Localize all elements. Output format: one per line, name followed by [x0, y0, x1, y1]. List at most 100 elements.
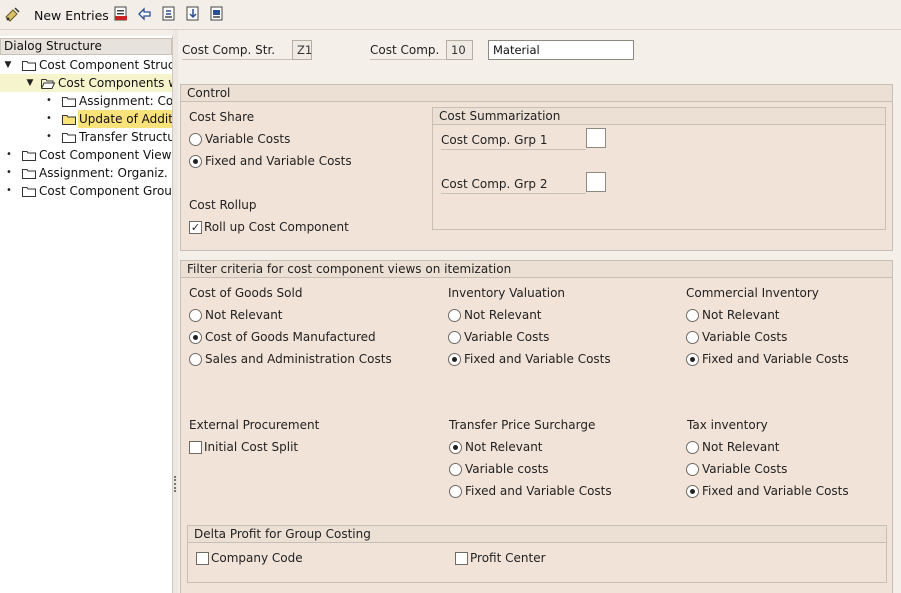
transfer-variable-radio[interactable]: Variable costs	[449, 461, 549, 477]
tree-item-assignment-cost[interactable]: • Assignment: Cost	[0, 92, 172, 110]
radio-label: Not Relevant	[205, 308, 283, 322]
cogs-sales-admin-radio[interactable]: Sales and Administration Costs	[189, 351, 392, 367]
radio-button-selected[interactable]	[189, 330, 202, 344]
tree-item-cost-component-structure[interactable]: ▼ Cost Component Structu	[0, 56, 172, 74]
tree-item-label: Cost Components wi	[58, 76, 173, 90]
inventory-valuation-label: Inventory Valuation	[448, 286, 566, 300]
expanded-icon[interactable]: ▼	[3, 56, 13, 74]
tree-item-update-of-additive[interactable]: • Update of Additiv	[0, 110, 172, 128]
tree-item-assignment-organiz[interactable]: • Assignment: Organiz. Un	[0, 164, 172, 182]
radio-button[interactable]	[686, 308, 699, 322]
radio-button-selected[interactable]	[449, 440, 462, 454]
radio-label: Not Relevant	[702, 308, 780, 322]
cost-comp-label: Cost Comp.	[370, 40, 446, 60]
tax-fixed-variable-radio[interactable]: Fixed and Variable Costs	[686, 483, 849, 499]
radio-button-selected[interactable]	[686, 352, 699, 366]
profit-center-row[interactable]: Profit Center	[455, 550, 546, 566]
radio-label: Not Relevant	[702, 440, 780, 454]
comm-inv-fixed-variable-radio[interactable]: Fixed and Variable Costs	[686, 351, 849, 367]
radio-button-selected[interactable]	[448, 352, 461, 366]
expanded-icon[interactable]: ▼	[25, 74, 35, 92]
cogs-label: Cost of Goods Sold	[189, 286, 303, 300]
cost-comp-field[interactable]: 10	[446, 40, 473, 60]
cost-comp-str-label: Cost Comp. Str.	[182, 40, 292, 60]
export-icon[interactable]	[208, 5, 226, 23]
comm-inv-variable-radio[interactable]: Variable Costs	[686, 329, 787, 345]
transfer-not-relevant-radio[interactable]: Not Relevant	[449, 439, 543, 455]
transfer-fixed-variable-radio[interactable]: Fixed and Variable Costs	[449, 483, 612, 499]
radio-button[interactable]	[189, 352, 202, 366]
radio-button[interactable]	[686, 330, 699, 344]
radio-label: Fixed and Variable Costs	[702, 484, 849, 498]
bullet-icon: •	[46, 131, 52, 142]
inv-val-not-relevant-radio[interactable]: Not Relevant	[448, 307, 542, 323]
radio-label: Fixed and Variable Costs	[465, 484, 612, 498]
rollup-checkbox-row[interactable]: ✓ Roll up Cost Component	[189, 219, 349, 235]
pane-splitter[interactable]	[173, 30, 178, 593]
rollup-checkbox[interactable]: ✓	[189, 220, 202, 234]
new-entries-button[interactable]: New Entries	[34, 5, 109, 25]
radio-button[interactable]	[448, 308, 461, 322]
application-toolbar: New Entries	[0, 0, 901, 30]
cost-share-variable-radio[interactable]: Variable Costs	[189, 131, 290, 147]
cost-comp-grp1-field[interactable]	[586, 128, 606, 148]
tax-variable-radio[interactable]: Variable Costs	[686, 461, 787, 477]
copy-icon[interactable]	[160, 5, 178, 23]
tax-not-relevant-radio[interactable]: Not Relevant	[686, 439, 780, 455]
delta-profit-title: Delta Profit for Group Costing	[188, 526, 886, 543]
bullet-icon: •	[6, 185, 12, 196]
cost-comp-grp1-label: Cost Comp. Grp 1	[441, 130, 586, 150]
open-folder-icon	[41, 79, 55, 89]
checkbox-label: Company Code	[211, 551, 303, 565]
cost-comp-grp2-field[interactable]	[586, 172, 606, 192]
radio-button-selected[interactable]	[189, 154, 202, 168]
radio-button[interactable]	[686, 440, 699, 454]
inv-val-fixed-variable-radio[interactable]: Fixed and Variable Costs	[448, 351, 611, 367]
tree-item-transfer-structure[interactable]: • Transfer Structur	[0, 128, 173, 146]
control-group-title: Control	[181, 85, 892, 102]
splitter-handle[interactable]	[174, 476, 176, 492]
radio-button[interactable]	[686, 462, 699, 476]
radio-button[interactable]	[189, 308, 202, 322]
company-code-row[interactable]: Company Code	[196, 550, 303, 566]
profit-center-checkbox[interactable]	[455, 551, 468, 565]
cost-rollup-label: Cost Rollup	[189, 198, 257, 212]
import-icon[interactable]	[184, 5, 202, 23]
tax-inventory-label: Tax inventory	[687, 418, 768, 432]
bullet-icon: •	[46, 95, 52, 106]
initial-cost-split-checkbox[interactable]	[189, 440, 202, 454]
undo-icon[interactable]	[136, 5, 154, 23]
dialog-structure-pane: Dialog Structure ▼ Cost Component Struct…	[0, 36, 173, 593]
cost-summarization-group: Cost Summarization Cost Comp. Grp 1 Cost…	[432, 107, 886, 230]
tree-item-cost-components[interactable]: ▼ Cost Components wi	[0, 74, 173, 92]
inv-val-variable-radio[interactable]: Variable Costs	[448, 329, 549, 345]
radio-label: Variable Costs	[205, 132, 291, 146]
tree-item-label: Cost Component Groups	[39, 184, 173, 198]
comm-inv-not-relevant-radio[interactable]: Not Relevant	[686, 307, 780, 323]
cost-share-label: Cost Share	[189, 110, 255, 124]
cogs-manufactured-radio[interactable]: Cost of Goods Manufactured	[189, 329, 376, 345]
radio-button[interactable]	[449, 462, 462, 476]
radio-label: Variable Costs	[702, 330, 788, 344]
radio-button[interactable]	[449, 484, 462, 498]
initial-cost-split-row[interactable]: Initial Cost Split	[189, 439, 298, 455]
glasses-change-icon[interactable]	[4, 5, 22, 23]
tree-item-label: Cost Component Views	[39, 148, 173, 162]
cost-comp-description-field[interactable]: Material	[488, 40, 634, 60]
cost-comp-str-field[interactable]: Z1	[292, 40, 312, 60]
cogs-not-relevant-radio[interactable]: Not Relevant	[189, 307, 283, 323]
tree-item-cost-component-groups[interactable]: • Cost Component Groups	[0, 182, 173, 200]
tree-item-cost-component-views[interactable]: • Cost Component Views	[0, 146, 173, 164]
radio-button[interactable]	[189, 132, 202, 146]
company-code-checkbox[interactable]	[196, 551, 209, 565]
delete-icon[interactable]	[112, 5, 130, 23]
radio-button[interactable]	[448, 330, 461, 344]
checkbox-label: Roll up Cost Component	[204, 220, 349, 234]
radio-button-selected[interactable]	[686, 484, 699, 498]
folder-icon	[22, 61, 36, 71]
radio-label: Variable Costs	[702, 462, 788, 476]
filter-criteria-group: Filter criteria for cost component views…	[180, 260, 893, 593]
cost-share-fixed-variable-radio[interactable]: Fixed and Variable Costs	[189, 153, 352, 169]
cost-summarization-title: Cost Summarization	[433, 108, 885, 125]
tree-item-label: Transfer Structur	[79, 130, 173, 144]
